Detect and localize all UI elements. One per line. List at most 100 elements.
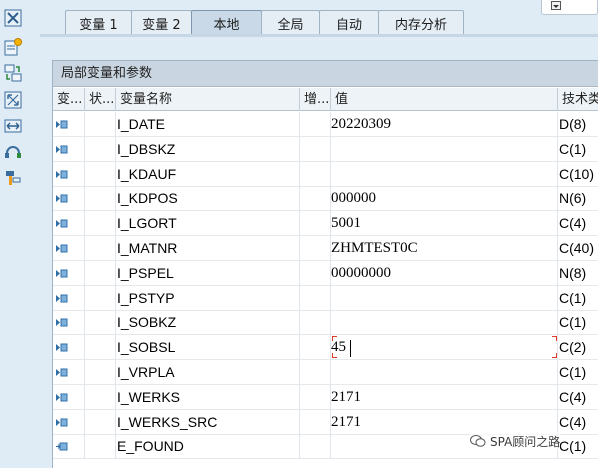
row-select-cell[interactable] [53,260,85,286]
row-status-cell [85,409,116,435]
left-toolbar [0,0,28,468]
variable-name[interactable]: I_DBSKZ [116,136,300,162]
tab-memory-analysis[interactable]: 内存分析 [378,10,464,35]
local-variables-panel: 局部变量和参数 变... 状... 变量名称 增... 值 技术类 I_DATE… [52,60,598,468]
variable-name[interactable]: I_KDPOS [116,186,300,212]
refresh-icon[interactable] [3,142,23,162]
column-width-icon[interactable] [3,116,23,136]
row-select-cell[interactable] [53,211,85,237]
import-parameter-icon [56,170,68,179]
variable-name[interactable]: I_WERKS [116,384,300,410]
table-row[interactable]: I_SOBKZ C(1) [53,310,598,336]
variable-value[interactable]: ZHMTEST0C [331,236,558,261]
tab-variables-1[interactable]: 变量 1 [65,10,132,35]
technical-type: C(1) [559,364,587,380]
variable-value[interactable]: 2171 [331,384,558,410]
tab-local[interactable]: 本地 [191,10,262,35]
variable-value[interactable] [331,360,558,385]
table-row[interactable]: I_KDAUF C(10) [53,161,598,187]
variable-value-text: 2171 [331,413,361,430]
variable-value[interactable] [331,161,558,187]
row-increment-cell [300,285,331,311]
panel-title: 局部变量和参数 [53,61,598,87]
variable-value-text: 2171 [331,388,361,405]
table-row[interactable]: I_SOBSL 45 C(2) [53,335,598,361]
table-row[interactable]: I_LGORT 5001 C(4) [53,211,598,237]
table-row[interactable]: I_WERKS 2171 C(4) [53,384,598,410]
variable-name[interactable]: I_SOBKZ [116,310,300,336]
variable-value[interactable]: 5001 [331,211,558,237]
variable-value[interactable] [331,310,558,336]
tab-auto[interactable]: 自动 [319,10,379,35]
tab-strip: 变量 1 变量 2 本地 全局 自动 内存分析 [40,0,598,37]
column-header-value[interactable]: 值 [331,88,558,111]
value-edit-field[interactable] [332,336,557,359]
variable-swap-icon[interactable] [3,63,23,83]
variable-value[interactable]: 2171 [331,409,558,435]
row-select-cell[interactable] [53,409,85,435]
row-increment-cell [300,260,331,286]
variable-name[interactable]: I_LGORT [116,211,300,237]
row-status-cell [85,310,116,336]
row-select-cell[interactable] [53,384,85,410]
row-select-cell[interactable] [53,186,85,212]
row-status-cell [85,186,116,212]
variable-value[interactable]: 000000 [331,186,558,212]
technical-type: C(4) [559,388,587,405]
fullscreen-icon[interactable] [3,90,23,110]
tab-variables-2[interactable]: 变量 2 [131,10,192,35]
table-row[interactable]: I_DATE 20220309 D(8) [53,112,598,137]
variable-name[interactable]: I_WERKS_SRC [116,409,300,435]
window-menu-button[interactable] [541,0,598,15]
import-parameter-icon [56,393,68,402]
new-watchpoint-icon[interactable] [3,37,23,57]
column-header-tech-type[interactable]: 技术类 [558,88,598,111]
variable-name[interactable]: I_VRPLA [116,360,300,385]
column-header-status[interactable]: 状... [85,88,116,111]
variable-name[interactable]: I_PSTYP [116,285,300,311]
row-select-cell[interactable] [53,335,85,361]
table-row[interactable]: I_PSTYP C(1) [53,285,598,311]
row-select-cell[interactable] [53,360,85,385]
technical-type: N(6) [559,190,587,207]
table-row[interactable]: I_VRPLA C(1) [53,360,598,385]
row-select-cell[interactable] [53,112,85,137]
variable-name[interactable]: I_KDAUF [116,161,300,187]
variable-value[interactable] [331,285,558,311]
variable-value[interactable]: 20220309 [331,112,558,137]
variable-value[interactable] [331,136,558,162]
row-select-cell[interactable] [53,310,85,336]
table-row[interactable]: I_DBSKZ C(1) [53,136,598,162]
row-select-cell[interactable] [53,236,85,261]
table-row[interactable]: I_MATNR ZHMTEST0C C(40) [53,236,598,261]
close-all-icon[interactable] [3,8,23,28]
row-select-cell[interactable] [53,136,85,162]
variable-name[interactable]: I_PSPEL [116,260,300,286]
import-parameter-icon [56,120,68,129]
row-status-cell [85,112,116,137]
variable-name[interactable]: I_MATNR [116,236,300,261]
variable-name[interactable]: I_SOBSL [116,335,300,361]
row-select-cell[interactable] [53,434,85,460]
variable-value[interactable]: 00000000 [331,260,558,286]
tab-global[interactable]: 全局 [261,10,320,35]
row-increment-cell [300,434,331,460]
variable-value-text: 000000 [331,190,376,207]
row-select-cell[interactable] [53,161,85,187]
table-row[interactable]: I_PSPEL 00000000 N(8) [53,260,598,286]
edit-marker [332,353,337,359]
table-row[interactable]: I_KDPOS 000000 N(6) [53,186,598,212]
variable-name[interactable]: I_DATE [116,112,300,137]
column-header-select[interactable]: 变... [53,88,85,111]
technical-type: N(8) [559,264,587,281]
export-parameter-icon [56,442,68,451]
column-header-increment[interactable]: 增... [300,88,331,111]
column-header-name[interactable]: 变量名称 [116,88,300,111]
variable-name[interactable]: E_FOUND [116,434,300,460]
settings-tool-icon[interactable] [3,168,23,188]
variable-value[interactable]: 45 [331,335,558,361]
row-increment-cell [300,186,331,212]
table-row[interactable]: I_WERKS_SRC 2171 C(4) [53,409,598,435]
row-select-cell[interactable] [53,285,85,311]
table-header: 变... 状... 变量名称 增... 值 技术类 [53,88,598,111]
